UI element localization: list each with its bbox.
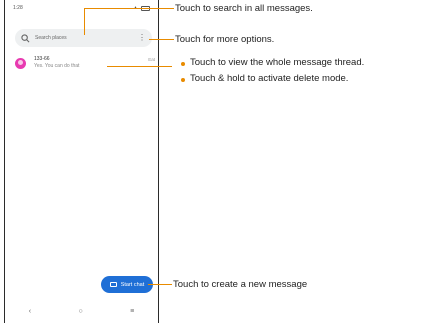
- bullet-thread-view: [181, 62, 185, 66]
- home-icon[interactable]: ○: [79, 308, 83, 315]
- start-chat-button[interactable]: Start chat: [101, 276, 153, 293]
- bullet-thread-hold: [181, 78, 185, 82]
- callout-thread-view: Touch to view the whole message thread.: [190, 57, 365, 68]
- back-icon[interactable]: ‹: [29, 308, 31, 315]
- callout-line-new: [148, 284, 172, 285]
- search-input[interactable]: Search places: [35, 35, 138, 41]
- callout-thread-hold: Touch & hold to activate delete mode.: [190, 73, 349, 84]
- recents-icon[interactable]: ≡: [130, 308, 134, 315]
- callout-new-message: Touch to create a new message: [173, 279, 308, 290]
- thread-time: Eat: [148, 57, 155, 62]
- chat-icon: [109, 282, 117, 287]
- start-chat-label: Start chat: [120, 281, 145, 288]
- callout-line-more: [149, 39, 174, 40]
- callout-more: Touch for more options.: [175, 34, 275, 45]
- callout-line-thread: [107, 66, 172, 67]
- thread-sender: 133-66: [34, 56, 50, 62]
- phone-screen: 1:28 ▲ Search places ⋮ 133-66 Yes. You c…: [4, 0, 159, 323]
- avatar: [15, 58, 26, 69]
- more-options-icon[interactable]: ⋮: [138, 34, 146, 42]
- callout-line-search-v: [84, 8, 85, 35]
- status-time: 1:28: [13, 5, 23, 11]
- callout-search: Touch to search in all messages.: [175, 3, 313, 14]
- navigation-bar: ‹ ○ ≡: [5, 304, 158, 318]
- callout-line-search-h: [84, 8, 174, 9]
- search-icon: [21, 33, 30, 42]
- thread-text: 133-66 Yes. You can do that: [34, 56, 148, 70]
